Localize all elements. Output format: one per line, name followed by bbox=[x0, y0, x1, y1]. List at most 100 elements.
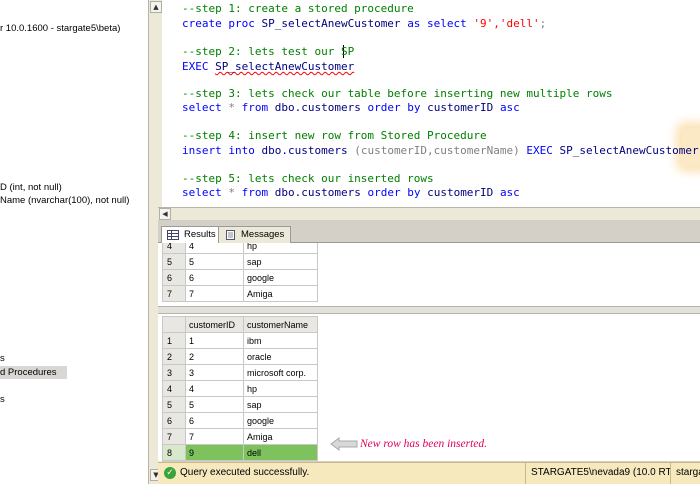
table-row[interactable]: 3 3 microsoft corp. bbox=[162, 364, 318, 381]
customer-name-cell[interactable]: oracle bbox=[243, 348, 318, 365]
keyword: order by bbox=[367, 186, 421, 199]
code-line-13: --step 5: lets check our inserted rows bbox=[182, 172, 434, 185]
tab-results-label: Results bbox=[184, 229, 216, 240]
column-header-customername[interactable]: customerName bbox=[243, 316, 318, 333]
table-row[interactable]: 7 7 Amiga bbox=[162, 285, 318, 302]
identifier-squiggle: SP_selectAnewCustomer bbox=[215, 60, 355, 73]
row-number-cell[interactable]: 1 bbox=[162, 332, 186, 349]
tab-messages[interactable]: Messages bbox=[218, 226, 292, 243]
customer-id-cell[interactable]: 1 bbox=[185, 332, 244, 349]
query-editor[interactable]: --step 1: create a stored procedure crea… bbox=[162, 0, 700, 212]
grid-icon bbox=[167, 230, 179, 240]
status-server: STARGATE5\nevada9 (10.0 RTM) bbox=[525, 463, 670, 484]
table-row[interactable]: 5 5 sap bbox=[162, 253, 318, 270]
result-grid-divider bbox=[158, 306, 700, 314]
customer-name-cell[interactable]: hp bbox=[243, 380, 318, 397]
row-number-cell[interactable]: 6 bbox=[162, 412, 186, 429]
identifier: customerID bbox=[420, 101, 500, 114]
row-number-cell[interactable]: 4 bbox=[162, 380, 186, 397]
customer-id-cell[interactable]: 2 bbox=[185, 348, 244, 365]
row-number-cell[interactable]: 7 bbox=[162, 428, 186, 445]
comment: --step 2: lets test our SP bbox=[182, 45, 355, 58]
tab-results[interactable]: Results bbox=[161, 226, 223, 244]
code-line-14: select * from dbo.customers order by cus… bbox=[182, 186, 520, 199]
server-node[interactable]: r 10.0.1600 - stargate5\beta) bbox=[0, 22, 120, 35]
row-number-cell[interactable]: 8 bbox=[162, 444, 186, 461]
customer-id-cell[interactable]: 5 bbox=[185, 253, 244, 270]
result-grid-2[interactable]: customerID customerName 1 1 ibm 2 2 oracle 3 3 m… bbox=[162, 316, 318, 461]
results-tab-strip: Results Messages bbox=[158, 225, 700, 244]
tree-node-stored-procedures[interactable]: d Procedures bbox=[0, 366, 67, 379]
table-row[interactable]: 4 4 hp bbox=[162, 380, 318, 397]
table-row[interactable]: 2 2 oracle bbox=[162, 348, 318, 365]
column-header-customerid[interactable]: customerID bbox=[185, 316, 244, 333]
customer-id-cell[interactable]: 4 bbox=[185, 380, 244, 397]
identifier: dbo.customers bbox=[254, 144, 355, 157]
customer-id-cell[interactable]: 7 bbox=[185, 428, 244, 445]
annotation-arrow-icon bbox=[330, 437, 358, 451]
row-number-cell[interactable]: 3 bbox=[162, 364, 186, 381]
customer-name-cell[interactable]: google bbox=[243, 412, 318, 429]
identifier: dbo.customers bbox=[268, 186, 368, 199]
customer-id-cell[interactable]: 3 bbox=[185, 364, 244, 381]
customer-id-cell[interactable]: 4 bbox=[185, 243, 244, 254]
row-number-header[interactable] bbox=[162, 316, 186, 333]
row-number-cell[interactable]: 5 bbox=[162, 396, 186, 413]
customer-name-cell[interactable]: ibm bbox=[243, 332, 318, 349]
customer-name-cell[interactable]: sap bbox=[243, 253, 318, 270]
table-row[interactable]: 6 6 google bbox=[162, 269, 318, 286]
row-number-cell[interactable]: 2 bbox=[162, 348, 186, 365]
row-number-cell[interactable]: 4 bbox=[162, 243, 186, 254]
tree-node-s2[interactable]: s bbox=[0, 393, 5, 406]
scroll-up-arrow-icon[interactable]: ▲ bbox=[150, 1, 162, 13]
table-row[interactable]: 5 5 sap bbox=[162, 396, 318, 413]
customer-id-cell[interactable]: 6 bbox=[185, 269, 244, 286]
editor-horizontal-scrollbar[interactable]: ◀ bbox=[158, 207, 700, 220]
grid-header-row: customerID customerName bbox=[162, 316, 318, 333]
table-row[interactable]: 7 7 Amiga bbox=[162, 428, 318, 445]
code-line-7: --step 3: lets check our table before in… bbox=[182, 87, 612, 100]
keyword: from bbox=[241, 101, 269, 114]
customer-id-cell[interactable]: 7 bbox=[185, 285, 244, 302]
tree-node-s[interactable]: s bbox=[0, 352, 5, 365]
row-number-cell[interactable]: 7 bbox=[162, 285, 186, 302]
keyword: as select bbox=[407, 17, 467, 30]
column-customer-name[interactable]: Name (nvarchar(100), not null) bbox=[0, 194, 129, 207]
checkmark-icon: ✓ bbox=[164, 467, 176, 479]
column-customer-id[interactable]: D (int, not null) bbox=[0, 181, 62, 194]
keyword: from bbox=[241, 186, 269, 199]
customer-name-cell[interactable]: hp bbox=[243, 243, 318, 254]
tab-messages-label: Messages bbox=[241, 229, 285, 240]
scroll-left-arrow-icon[interactable]: ◀ bbox=[159, 208, 171, 220]
table-row[interactable]: 4 4 hp bbox=[162, 243, 318, 254]
customer-name-cell[interactable]: microsoft corp. bbox=[243, 364, 318, 381]
column-list: (customerID,customerName) bbox=[354, 144, 520, 157]
identifier: SP_selectAnewCustomer bbox=[552, 144, 699, 157]
keyword: insert into bbox=[182, 144, 255, 157]
row-number-cell[interactable]: 5 bbox=[162, 253, 186, 270]
results-pane: 4 4 hp 5 5 sap 6 6 google 7 7 Amiga customerID cust… bbox=[158, 243, 700, 461]
document-icon bbox=[226, 230, 235, 240]
table-row[interactable]: 6 6 google bbox=[162, 412, 318, 429]
customer-name-cell[interactable]: Amiga bbox=[243, 428, 318, 445]
table-row[interactable]: 8 9 dell bbox=[162, 444, 318, 461]
object-explorer: r 10.0.1600 - stargate5\beta) D (int, no… bbox=[0, 0, 148, 484]
identifier: SP_selectAnewCustomer bbox=[254, 17, 408, 30]
string-literal: '9','dell' bbox=[466, 17, 540, 30]
comment: --step 5: lets check our inserted rows bbox=[182, 172, 434, 185]
customer-id-cell[interactable]: 9 bbox=[185, 444, 244, 461]
operator: * bbox=[221, 186, 242, 199]
operator: * bbox=[221, 101, 242, 114]
customer-name-cell[interactable]: google bbox=[243, 269, 318, 286]
keyword: create proc bbox=[182, 17, 255, 30]
table-row[interactable]: 1 1 ibm bbox=[162, 332, 318, 349]
code-line-11: insert into dbo.customers (customerID,cu… bbox=[182, 144, 699, 157]
customer-name-cell[interactable]: dell bbox=[243, 444, 318, 461]
customer-name-cell[interactable]: sap bbox=[243, 396, 318, 413]
result-grid-1[interactable]: 4 4 hp 5 5 sap 6 6 google 7 7 Amiga bbox=[162, 243, 318, 302]
status-login: stargate bbox=[670, 463, 700, 484]
customer-id-cell[interactable]: 6 bbox=[185, 412, 244, 429]
customer-id-cell[interactable]: 5 bbox=[185, 396, 244, 413]
row-number-cell[interactable]: 6 bbox=[162, 269, 186, 286]
customer-name-cell[interactable]: Amiga bbox=[243, 285, 318, 302]
